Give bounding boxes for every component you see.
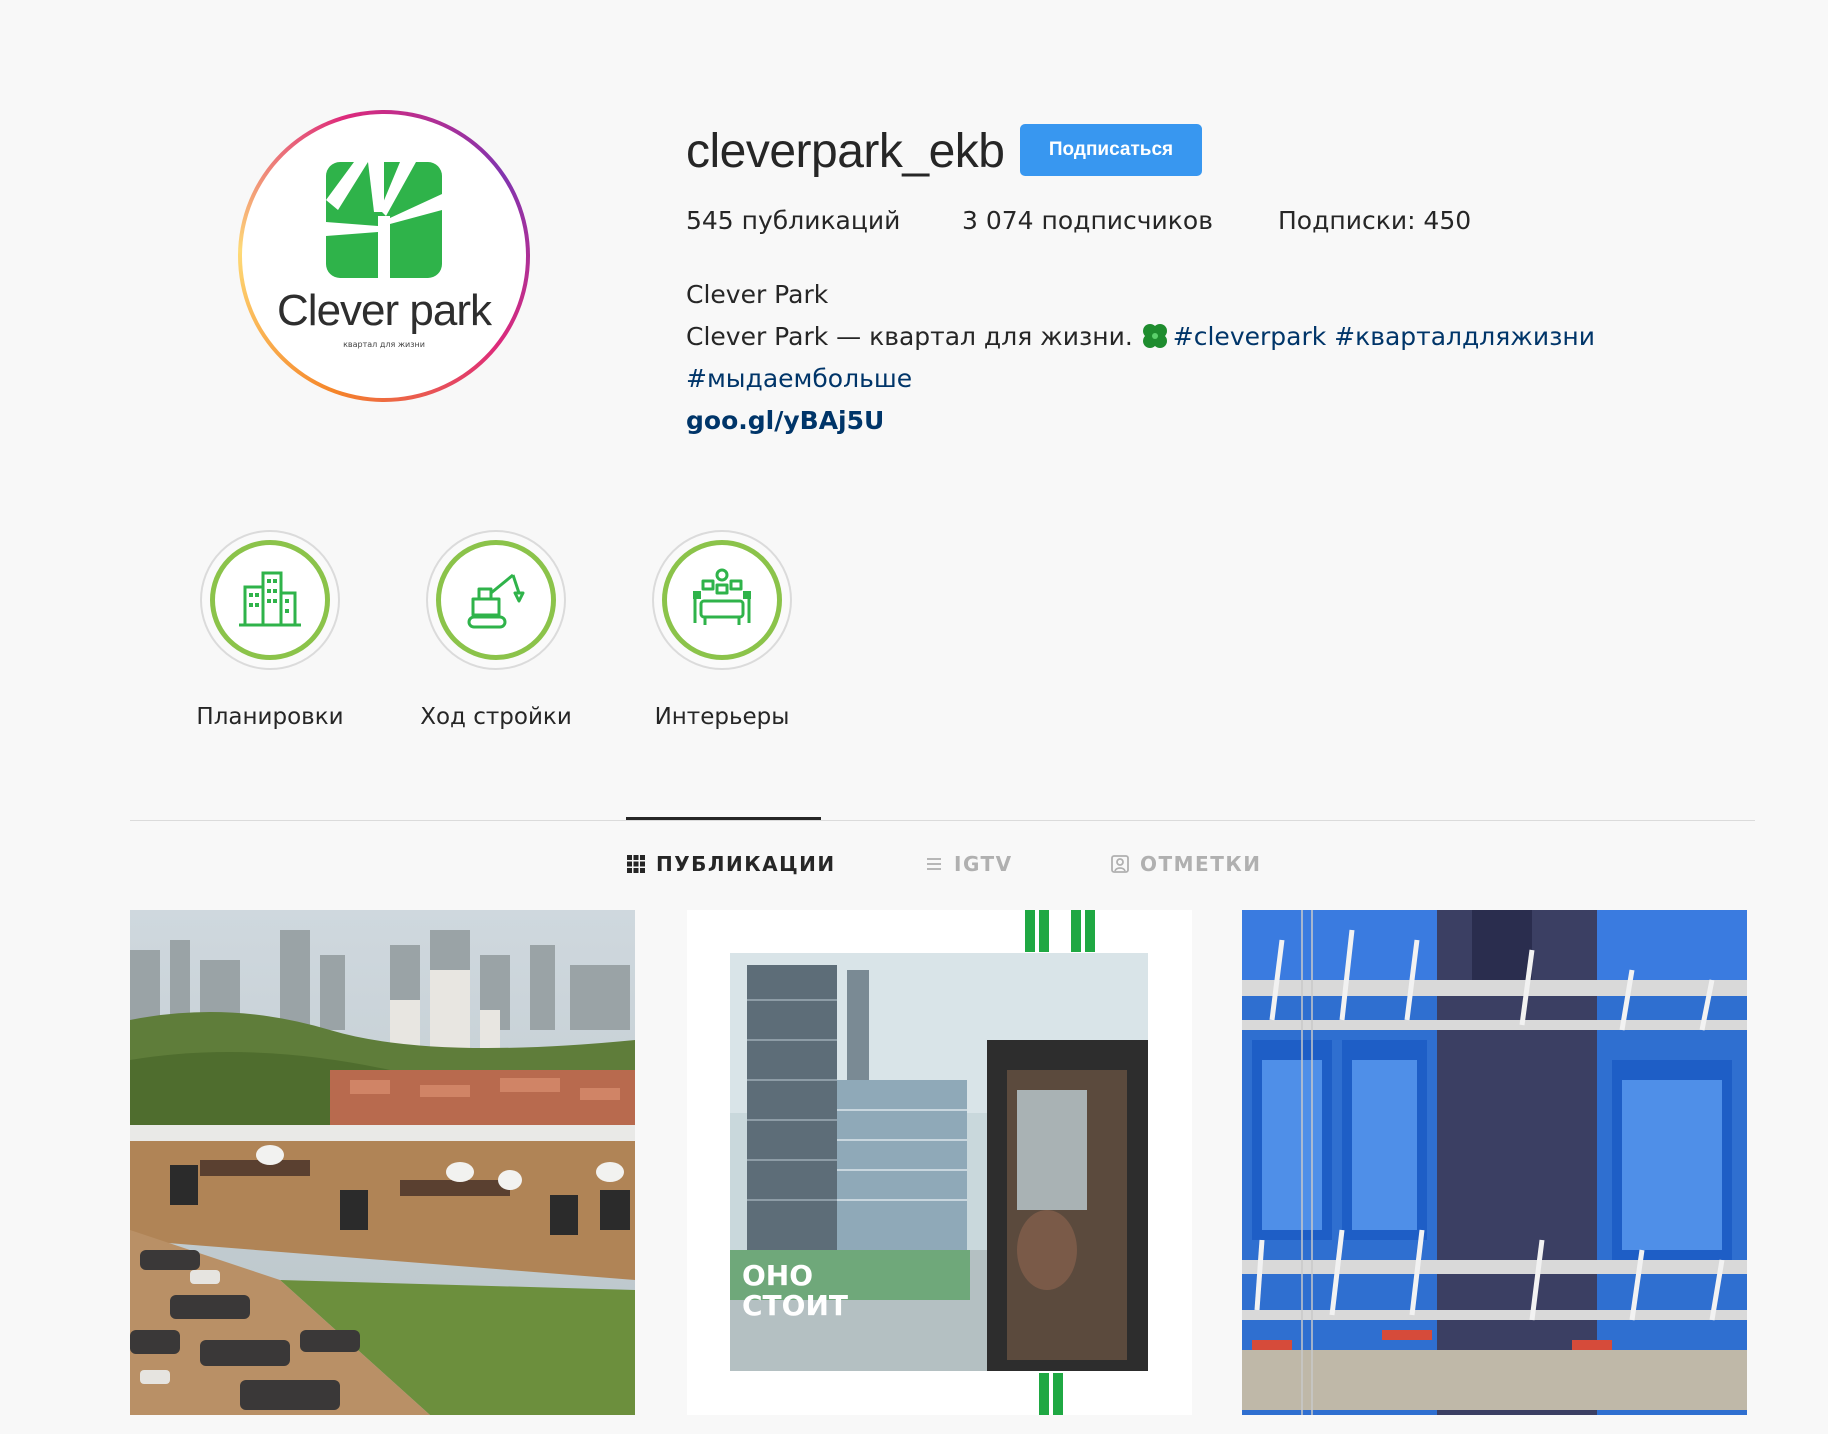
tab-igtv[interactable]: IGTV xyxy=(924,852,1013,876)
city-buildings-image: ОНО СТОИТ xyxy=(687,910,1192,1415)
highlight-label: Интерьеры xyxy=(654,704,790,730)
active-tab-indicator xyxy=(626,817,821,820)
tab-label: ОТМЕТКИ xyxy=(1140,852,1262,876)
tag-icon xyxy=(1111,855,1129,873)
bio-text-line: Clever Park — квартал для жизни. #clever… xyxy=(686,322,1595,351)
tab-posts[interactable]: ПУБЛИКАЦИИ xyxy=(626,852,836,876)
hashtag-link[interactable]: #cleverpark xyxy=(1173,322,1326,351)
profile-username: cleverpark_ekb xyxy=(686,125,1005,178)
highlight-label: Ход стройки xyxy=(420,704,572,730)
highlight-interiors[interactable]: Интерьеры xyxy=(652,530,792,730)
highlight-construction[interactable]: Ход стройки xyxy=(420,530,572,730)
tabs-divider xyxy=(130,820,1755,821)
hashtag-link[interactable]: #мыдаембольше xyxy=(686,364,912,393)
post-thumbnail-2[interactable]: ОНО СТОИТ xyxy=(687,910,1192,1415)
rooftop-terrace-image xyxy=(130,910,635,1415)
following-count[interactable]: Подписки: 450 xyxy=(1278,206,1471,235)
clever-park-logo-icon xyxy=(326,162,442,280)
bio-name: Clever Park xyxy=(686,280,829,309)
highlight-layouts[interactable]: Планировки xyxy=(196,530,344,730)
excavator-icon xyxy=(467,573,525,629)
followers-count[interactable]: 3 074 подписчиков xyxy=(962,206,1213,235)
follow-button[interactable]: Подписаться xyxy=(1020,124,1202,176)
highlight-label: Планировки xyxy=(196,704,344,730)
tab-label: IGTV xyxy=(954,852,1013,876)
post-overlay-text: СТОИТ xyxy=(742,1289,848,1322)
grid-icon xyxy=(627,855,645,873)
bio-website-link[interactable]: goo.gl/yBAj5U xyxy=(686,406,884,435)
post-thumbnail-3[interactable] xyxy=(1242,910,1747,1415)
logo-brand-text: Clever park xyxy=(277,286,492,335)
post-thumbnail-1[interactable] xyxy=(130,910,635,1415)
tab-label: ПУБЛИКАЦИИ xyxy=(656,852,836,876)
tab-tagged[interactable]: ОТМЕТКИ xyxy=(1110,852,1261,876)
interior-icon xyxy=(693,568,751,625)
clover-emoji-icon xyxy=(1142,324,1167,348)
hashtag-link[interactable]: #кварталдляжизни xyxy=(1334,322,1595,351)
buildings-icon xyxy=(239,571,301,627)
bio-text: Clever Park — квартал для жизни. xyxy=(686,322,1133,351)
igtv-icon xyxy=(927,858,941,870)
posts-count[interactable]: 545 публикаций xyxy=(686,206,900,235)
post-overlay-text: ОНО xyxy=(742,1259,813,1292)
facade-construction-image xyxy=(1242,910,1747,1415)
profile-avatar[interactable]: Clever park квартал для жизни xyxy=(238,110,530,402)
logo-tagline: квартал для жизни xyxy=(343,340,425,349)
